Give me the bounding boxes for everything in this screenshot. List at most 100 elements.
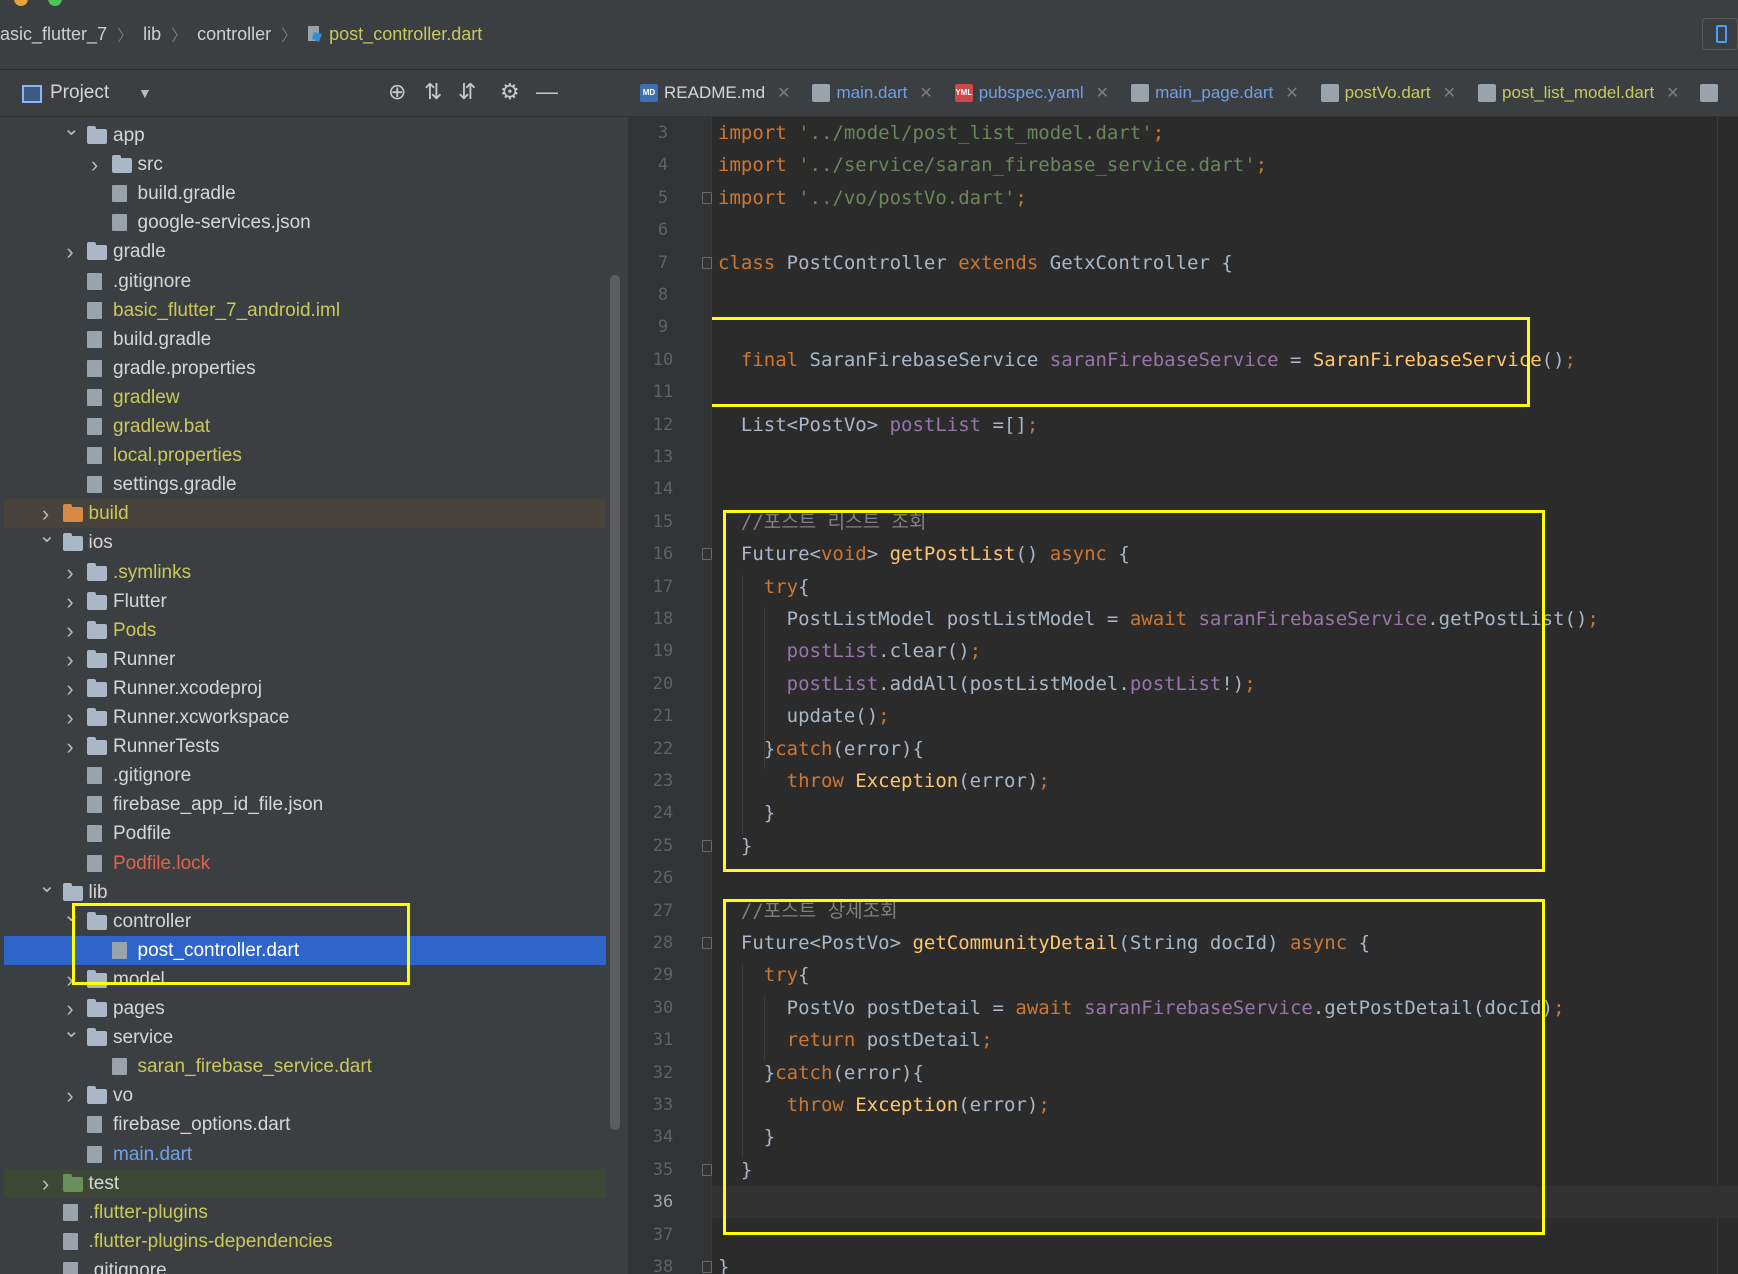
line-number[interactable]: 6 [628, 220, 698, 240]
line-number[interactable]: 32 [628, 1063, 698, 1083]
tree-item[interactable]: › pages [4, 994, 606, 1023]
tree-item[interactable]: › vo [4, 1081, 606, 1110]
tree-item[interactable]: › Runner [4, 645, 606, 674]
line-number[interactable]: 31 [628, 1030, 698, 1050]
tree-item[interactable]: › test [4, 1168, 606, 1198]
tree-scrollbar[interactable] [610, 275, 620, 1130]
chevron-down-icon[interactable]: ⌄ [63, 1017, 80, 1046]
line-number[interactable]: 9 [628, 317, 698, 337]
chevron-right-icon[interactable]: › [63, 674, 77, 703]
tree-item[interactable]: main.dart [4, 1140, 606, 1169]
line-number[interactable]: 22 [628, 739, 698, 759]
chevron-right-icon[interactable]: › [63, 1081, 77, 1110]
line-number[interactable]: 29 [628, 965, 698, 985]
close-icon[interactable]: ✕ [1285, 83, 1298, 103]
chevron-right-icon[interactable]: › [63, 703, 77, 732]
fold-icon[interactable] [702, 1261, 712, 1273]
line-number[interactable]: 23 [628, 771, 698, 791]
editor-tab[interactable]: YML pubspec.yaml ✕ [943, 70, 1119, 116]
tree-item[interactable]: gradlew.bat [4, 412, 606, 441]
code-area[interactable]: import '../model/post_list_model.dart'; i… [712, 117, 1738, 1274]
tree-item[interactable]: basic_flutter_7_android.iml [4, 296, 606, 325]
chevron-down-icon[interactable]: ▼ [138, 85, 152, 101]
tree-item[interactable]: .gitignore [4, 761, 606, 790]
expand-all-icon[interactable]: ⇅ [424, 81, 442, 103]
editor-tab[interactable]: MD README.md ✕ [628, 70, 800, 116]
line-number[interactable]: 30 [628, 998, 698, 1018]
tree-item[interactable]: ⌄ ios [4, 525, 606, 557]
line-number[interactable]: 13 [628, 447, 698, 467]
tree-item[interactable]: ⌄ app [4, 118, 606, 150]
maximize-window-button[interactable] [48, 0, 63, 6]
chevron-right-icon[interactable]: › [39, 1169, 53, 1198]
line-number[interactable]: 7 [628, 253, 698, 273]
line-number[interactable]: 3 [628, 123, 698, 143]
line-number[interactable]: 15 [628, 512, 698, 532]
tree-item[interactable]: › src [4, 150, 606, 179]
line-number[interactable]: 18 [628, 609, 698, 629]
more-tabs-icon[interactable] [1699, 84, 1718, 102]
editor-tab[interactable]: main_page.dart ✕ [1119, 70, 1309, 116]
tree-item[interactable]: ⌄ service [4, 1020, 606, 1052]
tree-item[interactable]: settings.gradle [4, 470, 606, 499]
fold-icon[interactable] [702, 937, 712, 949]
fold-icon[interactable] [702, 1163, 712, 1176]
chevron-down-icon[interactable]: ⌄ [39, 522, 56, 551]
line-number[interactable]: 38 [628, 1257, 698, 1274]
collapse-all-icon[interactable]: ⇵ [458, 81, 476, 103]
line-number[interactable]: 37 [628, 1225, 698, 1245]
device-selector-button[interactable] [1702, 18, 1738, 50]
tree-item[interactable]: › Runner.xcodeproj [4, 674, 606, 703]
tree-item[interactable]: › RunnerTests [4, 732, 606, 761]
line-number[interactable]: 10 [628, 350, 698, 370]
gear-icon[interactable]: ⚙ [500, 81, 520, 103]
tree-item[interactable]: saran_firebase_service.dart [4, 1052, 606, 1081]
close-icon[interactable]: ✕ [777, 83, 790, 103]
hide-panel-icon[interactable]: — [536, 81, 558, 103]
line-number[interactable]: 25 [628, 836, 698, 856]
tree-item[interactable]: › build [4, 499, 606, 529]
tree-item[interactable]: › Flutter [4, 587, 606, 616]
chevron-right-icon[interactable]: › [63, 237, 77, 266]
tree-item[interactable]: .gitignore [4, 267, 606, 296]
line-number[interactable]: 19 [628, 641, 698, 661]
line-number[interactable]: 17 [628, 577, 698, 597]
tree-item[interactable]: local.properties [4, 441, 606, 470]
chevron-right-icon[interactable]: › [63, 558, 77, 587]
tree-item[interactable]: google-services.json [4, 208, 606, 237]
fold-icon[interactable] [702, 256, 712, 269]
tree-item[interactable]: firebase_options.dart [4, 1110, 606, 1139]
line-number[interactable]: 35 [628, 1160, 698, 1180]
tree-item[interactable]: .gitignore [4, 1256, 606, 1274]
fold-icon[interactable] [702, 191, 712, 204]
tree-item[interactable]: › gradle [4, 237, 606, 266]
chevron-down-icon[interactable]: ⌄ [63, 117, 80, 144]
breadcrumb-controller[interactable]: controller [197, 24, 271, 45]
line-number[interactable]: 16 [628, 544, 698, 564]
line-number[interactable]: 21 [628, 706, 698, 726]
tree-item[interactable]: .flutter-plugins-dependencies [4, 1227, 606, 1256]
breadcrumb-lib[interactable]: lib [143, 24, 161, 45]
locate-file-icon[interactable]: ⊕ [388, 81, 406, 103]
line-number[interactable]: 33 [628, 1095, 698, 1115]
line-number[interactable]: 5 [628, 188, 698, 208]
fold-icon[interactable] [702, 839, 712, 852]
tree-item[interactable]: firebase_app_id_file.json [4, 790, 606, 819]
line-number[interactable]: 24 [628, 803, 698, 823]
line-number[interactable]: 36 [628, 1192, 698, 1212]
close-icon[interactable]: ✕ [919, 83, 932, 103]
tree-item[interactable]: gradlew [4, 383, 606, 412]
editor-tab[interactable]: post_list_model.dart ✕ [1466, 70, 1690, 116]
tree-item[interactable]: Podfile.lock [4, 849, 606, 878]
close-icon[interactable]: ✕ [1443, 83, 1456, 103]
tree-item[interactable]: › .symlinks [4, 558, 606, 587]
chevron-right-icon[interactable]: › [63, 732, 77, 761]
tree-item[interactable]: build.gradle [4, 325, 606, 354]
line-number[interactable]: 4 [628, 155, 698, 175]
breadcrumb-file[interactable]: post_controller.dart [329, 24, 482, 45]
close-icon[interactable]: ✕ [1666, 83, 1679, 103]
chevron-right-icon[interactable]: › [88, 150, 102, 179]
chevron-right-icon[interactable]: › [63, 616, 77, 645]
line-number[interactable]: 26 [628, 868, 698, 888]
chevron-right-icon[interactable]: › [63, 587, 77, 616]
